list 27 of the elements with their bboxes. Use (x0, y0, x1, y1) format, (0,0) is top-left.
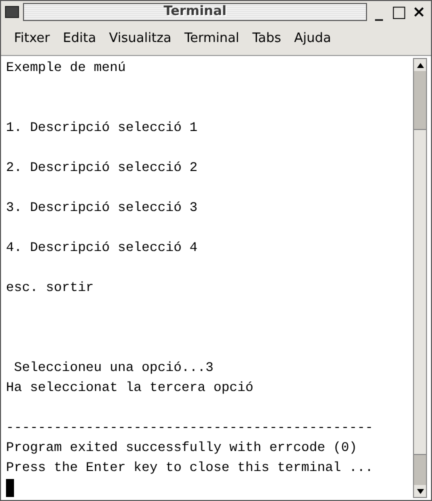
minimize-button[interactable]: _ (371, 3, 387, 21)
close-button[interactable]: × (411, 3, 427, 21)
text-cursor (6, 479, 14, 497)
scrollbar[interactable] (413, 58, 427, 498)
terminal-line: 1. Descripció selecció 1 (6, 119, 199, 137)
maximize-button[interactable]: □ (391, 3, 407, 21)
scroll-up-arrow-icon[interactable] (416, 62, 424, 68)
terminal-line: Press the Enter key to close this terminal ... (6, 459, 374, 477)
menu-item[interactable]: Edita (56, 29, 102, 49)
window-title: Terminal (23, 3, 367, 21)
terminal-line: ---------------------------------------------- (6, 419, 374, 437)
menu-item[interactable]: Ajuda (288, 29, 338, 49)
terminal-line: 2. Descripció selecció 2 (6, 159, 199, 177)
scroll-down-arrow-icon[interactable] (416, 488, 424, 494)
terminal-line: Ha seleccionat la tercera opció (6, 379, 254, 397)
terminal-line: esc. sortir (6, 279, 95, 297)
terminal-line: 4. Descripció selecció 4 (6, 239, 199, 257)
terminal-line: Seleccioneu una opció...3 (12, 359, 214, 377)
terminal-line: Program exited successfully with errcode (0) (6, 439, 358, 457)
terminal-line: 3. Descripció selecció 3 (6, 199, 199, 217)
menu-item[interactable]: Terminal (178, 29, 246, 49)
terminal-app-icon (5, 6, 19, 18)
scrollbar-thumb[interactable] (414, 129, 426, 455)
terminal-line: Exemple de menú (6, 59, 127, 77)
menu-item[interactable]: Tabs (246, 29, 288, 49)
menu-item[interactable]: Visualitza (103, 29, 178, 49)
menu-item[interactable]: Fitxer (8, 29, 56, 49)
